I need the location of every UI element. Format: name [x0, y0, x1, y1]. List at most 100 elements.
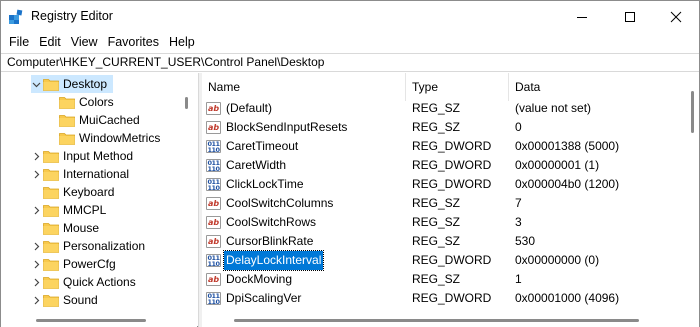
- menu-file[interactable]: File: [4, 32, 34, 52]
- menu-view[interactable]: View: [66, 32, 103, 52]
- value-name: DpiScalingVer: [226, 291, 302, 305]
- folder-icon: [43, 240, 59, 253]
- menu-help[interactable]: Help: [164, 32, 200, 52]
- tree-item[interactable]: MMCPL: [31, 201, 106, 219]
- value-row[interactable]: 011 110 DpiScalingVer REG_DWORD 0x00001000 (…: [202, 289, 687, 308]
- minimize-icon: [577, 16, 587, 18]
- folder-icon: [43, 150, 59, 163]
- value-type: REG_DWORD: [412, 177, 492, 191]
- list-horizontal-scrollbar[interactable]: [202, 313, 699, 327]
- value-row[interactable]: ab CursorBlinkRate REG_SZ 530: [202, 232, 687, 251]
- value-row[interactable]: ab CoolSwitchRows REG_SZ 3: [202, 213, 687, 232]
- minimize-button[interactable]: [559, 1, 605, 32]
- tree-vertical-scroll-thumb[interactable]: [185, 97, 188, 109]
- string-value-icon: ab: [206, 235, 221, 248]
- value-name: DockMoving: [226, 272, 293, 286]
- value-row[interactable]: 011 110 CaretWidth REG_DWORD 0x00000001 (1): [202, 156, 687, 175]
- value-row[interactable]: ab (Default) REG_SZ (value not set): [202, 99, 687, 118]
- tree-item[interactable]: Desktop: [31, 75, 113, 93]
- binary-value-icon: 011 110: [206, 291, 221, 306]
- string-value-icon: ab: [206, 197, 221, 210]
- value-data: 0x00001388 (5000): [515, 139, 620, 153]
- close-button[interactable]: [653, 1, 699, 32]
- value-type: REG_DWORD: [412, 253, 492, 267]
- list-header: Name Type Data: [202, 73, 687, 101]
- tree-item[interactable]: Input Method: [31, 147, 133, 165]
- value-type: REG_SZ: [412, 272, 461, 286]
- value-type: REG_SZ: [412, 196, 461, 210]
- value-name-cell: 011 110 DelayLockInterval: [206, 250, 325, 271]
- value-row[interactable]: 011 110 CaretTimeout REG_DWORD 0x00001388 (5…: [202, 137, 687, 156]
- column-header-type[interactable]: Type: [406, 73, 509, 101]
- chevron-right-icon[interactable]: [31, 291, 41, 309]
- list-horizontal-scroll-thumb[interactable]: [234, 319, 639, 322]
- value-name: CoolSwitchRows: [226, 215, 317, 229]
- value-name-cell: 011 110 CaretWidth: [206, 156, 288, 175]
- value-row[interactable]: 011 110 DelayLockInterval REG_DWORD 0x000000…: [202, 250, 687, 271]
- column-header-name[interactable]: Name: [202, 73, 406, 101]
- tree-item[interactable]: Quick Actions: [31, 273, 136, 291]
- chevron-right-icon[interactable]: [31, 255, 41, 273]
- tree-item-label: Colors: [79, 95, 114, 109]
- value-data: 1: [515, 272, 522, 286]
- list-vertical-scroll-thumb[interactable]: [691, 91, 694, 133]
- value-name-cell: ab CoolSwitchColumns: [206, 194, 335, 213]
- folder-icon: [43, 78, 59, 91]
- value-name-cell: ab DockMoving: [206, 270, 294, 289]
- tree-item[interactable]: MuiCached: [47, 111, 140, 129]
- string-value-icon: ab: [206, 273, 221, 286]
- value-type: REG_SZ: [412, 120, 461, 134]
- folder-icon: [59, 132, 75, 145]
- chevron-right-icon[interactable]: [31, 165, 41, 183]
- value-row[interactable]: 011 110 ClickLockTime REG_DWORD 0x000004b0 (…: [202, 175, 687, 194]
- value-data: (value not set): [515, 101, 592, 115]
- chevron-right-icon[interactable]: [31, 237, 41, 255]
- value-name: CaretTimeout: [226, 139, 299, 153]
- tree-horizontal-scrollbar[interactable]: [1, 313, 197, 327]
- tree-item-label: MMCPL: [63, 203, 107, 217]
- maximize-button[interactable]: [607, 1, 653, 32]
- menu-favorites[interactable]: Favorites: [103, 32, 164, 52]
- tree-vertical-scrollbar[interactable]: [181, 73, 193, 313]
- menu-edit[interactable]: Edit: [34, 32, 66, 52]
- tree-item-label: Quick Actions: [63, 275, 136, 289]
- tree-item-label: Mouse: [63, 221, 100, 235]
- value-name: (Default): [226, 101, 273, 115]
- title-bar[interactable]: Registry Editor: [1, 1, 699, 32]
- value-name: CursorBlinkRate: [226, 234, 314, 248]
- registry-editor-window: Registry Editor File Edit View Favorites…: [0, 0, 700, 327]
- value-row[interactable]: ab CoolSwitchColumns REG_SZ 7: [202, 194, 687, 213]
- tree-item[interactable]: Keyboard: [31, 183, 114, 201]
- tree-horizontal-scroll-thumb[interactable]: [36, 319, 146, 322]
- value-name-cell: ab CursorBlinkRate: [206, 232, 315, 251]
- binary-value-icon: 011 110: [206, 158, 221, 173]
- value-data: 0x00000001 (1): [515, 158, 600, 172]
- chevron-right-icon[interactable]: [31, 273, 41, 291]
- chevron-right-icon[interactable]: [31, 201, 41, 219]
- column-header-data[interactable]: Data: [509, 73, 687, 101]
- value-name-cell: 011 110 DpiScalingVer: [206, 289, 303, 308]
- value-type: REG_DWORD: [412, 139, 492, 153]
- value-data: 3: [515, 215, 522, 229]
- no-expander: [47, 93, 57, 111]
- value-row[interactable]: ab BlockSendInputResets REG_SZ 0: [202, 118, 687, 137]
- binary-value-icon: 011 110: [206, 177, 221, 192]
- tree-item[interactable]: Mouse: [31, 219, 99, 237]
- address-bar[interactable]: Computer\HKEY_CURRENT_USER\Control Panel…: [1, 53, 699, 72]
- chevron-down-icon[interactable]: [31, 75, 41, 93]
- tree-item[interactable]: WindowMetrics: [47, 129, 160, 147]
- key-tree: Desktop Colors MuiCached WindowMetrics Input…: [1, 73, 197, 313]
- tree-item[interactable]: International: [31, 165, 129, 183]
- tree-item[interactable]: Colors: [47, 93, 114, 111]
- no-expander: [31, 219, 41, 237]
- folder-icon: [43, 294, 59, 307]
- chevron-right-icon[interactable]: [31, 147, 41, 165]
- string-value-icon: ab: [206, 121, 221, 134]
- folder-icon: [43, 276, 59, 289]
- value-data: 0x00000000 (0): [515, 253, 600, 267]
- list-vertical-scrollbar[interactable]: [687, 73, 699, 313]
- value-row[interactable]: ab DockMoving REG_SZ 1: [202, 270, 687, 289]
- tree-item[interactable]: PowerCfg: [31, 255, 116, 273]
- tree-item[interactable]: Personalization: [31, 237, 145, 255]
- tree-item[interactable]: Sound: [31, 291, 98, 309]
